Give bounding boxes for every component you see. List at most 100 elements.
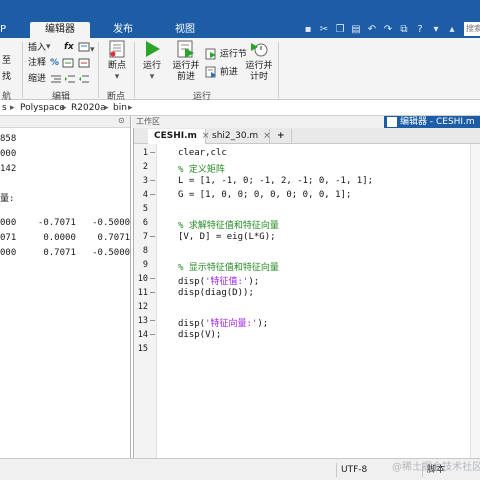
executable-marker[interactable]: — <box>150 232 155 242</box>
advance-button[interactable]: 前进 <box>205 66 238 79</box>
breakpoints-label: 断点 <box>107 61 126 71</box>
separator <box>98 42 99 98</box>
find-partial[interactable]: 找 <box>2 72 11 83</box>
line-number-gutter: 1—2 3—4—5 6 7—8 9 10—11—12 13—14—15 <box>134 144 157 458</box>
code-line[interactable]: % 求解特征值和特征向量 <box>178 218 279 231</box>
workspace-header[interactable]: 工作区 <box>132 116 384 128</box>
line-number: 6 <box>142 218 148 228</box>
address-part-polyspace[interactable]: Polyspace <box>20 100 65 116</box>
address-prefix: s <box>2 103 7 113</box>
string-literal: '特征向量:' <box>205 319 258 329</box>
line-number: 9 <box>142 260 148 270</box>
output-line: 000 0.7071 -0.5000 <box>0 248 131 258</box>
address-bar[interactable]: s ▸ Polyspace ▸ R2020a ▸ bin ▸ <box>0 100 480 116</box>
fx-button[interactable]: fx <box>64 42 74 53</box>
executable-marker[interactable]: — <box>150 316 155 326</box>
run-and-advance-icon <box>177 40 195 58</box>
undo-icon[interactable]: ↶ <box>366 24 378 36</box>
code-line[interactable]: disp(diag(D)); <box>178 288 254 298</box>
code-line[interactable]: % 显示特征值和特征向量 <box>178 260 279 273</box>
run-and-time-button[interactable]: 运行并 计时 <box>244 40 274 83</box>
address-separator: ▸ <box>128 103 133 113</box>
tab-partial[interactable]: P <box>0 22 8 38</box>
address-separator: ▸ <box>62 103 67 113</box>
editor-vertical-scrollbar[interactable] <box>470 144 480 458</box>
line-number: 11 <box>137 288 148 298</box>
address-part-bin[interactable]: bin <box>113 100 127 116</box>
code-line[interactable]: [V, D] = eig(L*G); <box>178 232 276 242</box>
run-and-advance-button[interactable]: 运行并 前进 <box>170 40 202 83</box>
executable-marker[interactable]: — <box>150 190 155 200</box>
insert-section-icon[interactable]: ▾ <box>78 42 95 56</box>
increase-indent-icon[interactable] <box>64 74 76 88</box>
executable-marker[interactable]: — <box>150 176 155 186</box>
panel-menu-icon[interactable]: ⊙ <box>118 116 125 125</box>
code-line[interactable]: G = [1, 0, 0; 0, 0, 0; 0, 0, 1]; <box>178 190 351 200</box>
separator <box>134 42 135 98</box>
executable-marker[interactable]: — <box>150 330 155 340</box>
indent-button[interactable]: 缩进 <box>28 74 46 85</box>
search-input[interactable]: 搜索文档 <box>464 22 480 36</box>
decrease-indent-icon[interactable] <box>78 74 90 88</box>
collapse-icon[interactable]: ▴ <box>446 24 458 36</box>
cut-icon[interactable]: ✂ <box>318 24 330 36</box>
save-icon[interactable]: ▪ <box>302 24 314 36</box>
run-button[interactable]: 运行 ▾ <box>138 40 166 83</box>
address-part-r2020a[interactable]: R2020a <box>71 100 106 116</box>
redo-icon[interactable]: ↷ <box>382 24 394 36</box>
command-window-header: ⊙ <box>0 116 130 128</box>
insert-button[interactable]: 插入 ▾ <box>28 42 51 54</box>
executable-marker[interactable]: — <box>150 288 155 298</box>
executable-marker[interactable]: — <box>150 274 155 284</box>
code-line[interactable]: disp('特征值:'); <box>178 274 259 287</box>
breakpoints-button[interactable]: 断点 ▾ <box>103 40 131 83</box>
editor-tab-shi2-30[interactable]: shi2_30.m × <box>206 129 271 144</box>
separator <box>22 42 23 98</box>
line-number: 12 <box>137 302 148 312</box>
code-token: disp( <box>178 319 206 329</box>
help-icon[interactable]: ? <box>414 24 426 36</box>
code-line[interactable]: L = [1, -1, 0; -1, 2, -1; 0, -1, 1]; <box>178 176 373 186</box>
copy-icon[interactable]: ❐ <box>334 24 346 36</box>
editor-tab-label: shi2_30.m <box>212 131 259 141</box>
line-number: 7 <box>142 232 148 242</box>
switch-window-icon[interactable]: ⧉ <box>398 24 410 36</box>
tab-publish[interactable]: 发布 <box>98 22 148 38</box>
code-line[interactable]: clear,clc <box>178 148 227 158</box>
editor-title: 编辑器 - CESHI.m <box>400 117 475 127</box>
smart-indent-icon[interactable] <box>50 74 62 88</box>
code-line[interactable]: disp(V); <box>178 330 221 340</box>
goto-partial[interactable]: 至 <box>2 56 11 67</box>
ribbon-tab-strip: P 编辑器 发布 视图 ▪ ✂ ❐ ▤ ↶ ↷ ⧉ ? ▾ ▴ 搜索文档 <box>0 0 480 38</box>
command-window[interactable]: ⊙ 858 000 142 量: 000 -0.7071 -0.5000 071… <box>0 116 131 458</box>
add-tab-button[interactable]: + <box>270 129 292 144</box>
comment-button[interactable]: 注释 <box>28 58 46 69</box>
paste-icon[interactable]: ▤ <box>350 24 362 36</box>
code-token: disp( <box>178 277 206 287</box>
line-number: 5 <box>142 204 148 214</box>
advance-icon <box>205 66 216 78</box>
code-token: ); <box>248 277 260 287</box>
run-label: 运行 <box>142 61 161 71</box>
editor-tab-ceshi[interactable]: CESHI.m × <box>148 129 209 144</box>
code-token: ); <box>257 319 269 329</box>
code-editor[interactable]: CESHI.m × shi2_30.m × + 1—2 3—4—5 6 7—8 9 10—11… <box>133 128 480 458</box>
editor-title-bar: 编辑器 - CESHI.m <box>384 116 480 128</box>
uncomment-icon[interactable] <box>78 58 90 72</box>
wrap-comment-icon[interactable] <box>62 58 74 72</box>
run-advance-label-2: 前进 <box>176 72 195 82</box>
executable-marker[interactable]: — <box>150 148 155 158</box>
line-number: 2 <box>142 162 148 172</box>
run-and-time-icon <box>250 40 268 58</box>
dropdown-icon[interactable]: ▾ <box>430 24 442 36</box>
toolstrip: 至 找 航 插入 ▾ fx ▾ 注释 % 缩进 编辑 断点 ▾ 断点 运行 ▾ … <box>0 38 480 102</box>
code-line[interactable]: % 定义矩阵 <box>178 162 225 175</box>
tab-editor[interactable]: 编辑器 <box>30 22 90 38</box>
percent-comment-icon[interactable]: % <box>50 58 59 69</box>
run-section-button[interactable]: 运行节 <box>205 48 247 61</box>
code-line[interactable]: disp('特征向量:'); <box>178 316 268 329</box>
line-number: 13 <box>137 316 148 326</box>
insert-dropdown-icon: ▾ <box>46 42 51 52</box>
string-literal: '特征值:' <box>205 277 249 287</box>
tab-view[interactable]: 视图 <box>160 22 210 38</box>
